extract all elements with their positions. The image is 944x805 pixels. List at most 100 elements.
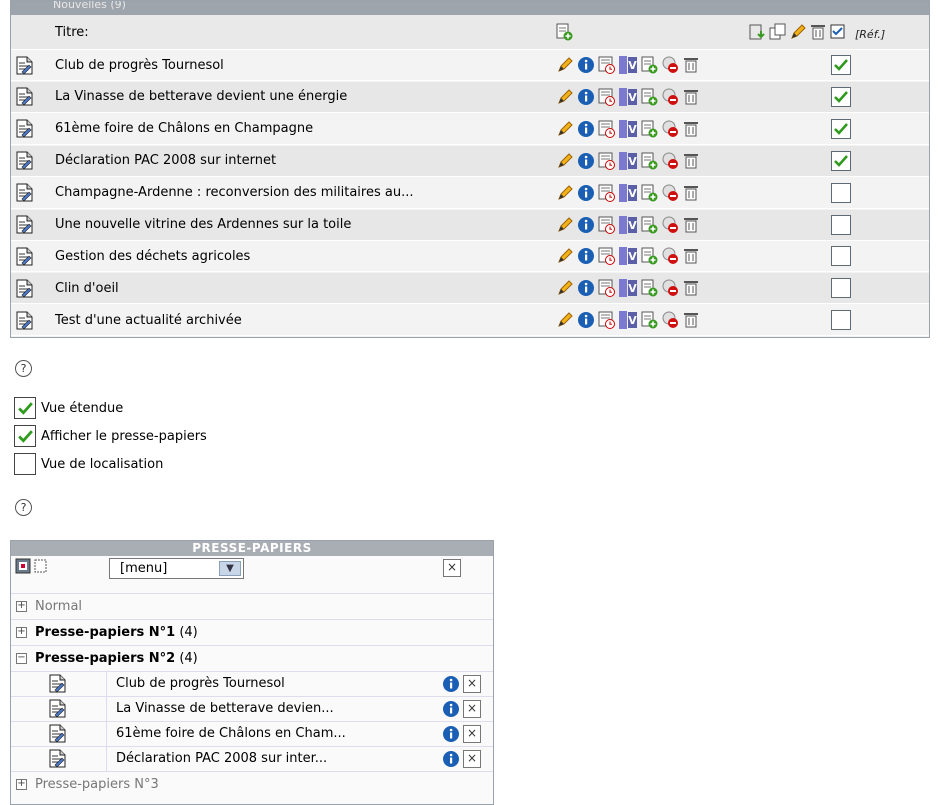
clipboard-group[interactable]: + Presse-papiers N°1 (4) [11, 619, 493, 644]
paste-icon[interactable] [749, 23, 767, 45]
document-icon[interactable] [16, 119, 33, 138]
version-icon[interactable]: V [619, 87, 637, 106]
record-title[interactable]: 61ème foire de Châlons en Champagne [55, 121, 313, 136]
select-checkbox[interactable] [831, 310, 851, 331]
pencil-icon[interactable] [556, 184, 574, 202]
info-icon[interactable] [442, 725, 460, 743]
select-all-icon[interactable] [829, 23, 847, 45]
version-icon[interactable]: V [619, 183, 637, 202]
version-icon[interactable]: V [619, 119, 637, 138]
record-title[interactable]: Test d'une actualité archivée [55, 313, 242, 328]
version-icon[interactable]: V [619, 279, 637, 298]
trash-icon[interactable] [682, 279, 700, 297]
option-label[interactable]: Afficher le presse-papiers [41, 429, 207, 444]
record-title[interactable]: Déclaration PAC 2008 sur internet [55, 153, 276, 168]
info-icon[interactable] [442, 700, 460, 718]
ref-link[interactable]: [Réf.] [855, 28, 885, 41]
document-icon[interactable] [16, 151, 33, 170]
help-icon-2[interactable]: ? [15, 499, 32, 516]
trash-icon[interactable] [682, 88, 700, 106]
select-checkbox[interactable] [831, 182, 851, 203]
new-after-icon[interactable] [640, 311, 658, 329]
copy-icon[interactable] [769, 23, 787, 45]
new-after-icon[interactable] [640, 216, 658, 234]
option-checkbox[interactable] [14, 397, 36, 419]
document-icon[interactable] [49, 674, 66, 693]
trash-icon[interactable] [682, 184, 700, 202]
unpublish-icon[interactable] [661, 247, 679, 265]
info-icon[interactable] [577, 56, 595, 74]
expand-icon[interactable]: + [16, 627, 27, 638]
pencil-icon[interactable] [556, 247, 574, 265]
select-checkbox[interactable] [831, 86, 851, 107]
schedule-icon[interactable] [598, 56, 616, 74]
help-icon[interactable]: ? [15, 360, 32, 377]
unpublish-icon[interactable] [661, 88, 679, 106]
new-after-icon[interactable] [640, 120, 658, 138]
info-icon[interactable] [577, 247, 595, 265]
remove-item-button[interactable]: × [463, 750, 481, 768]
select-checkbox[interactable] [831, 55, 851, 75]
info-icon[interactable] [577, 88, 595, 106]
new-after-icon[interactable] [640, 247, 658, 265]
new-after-icon[interactable] [640, 152, 658, 170]
schedule-icon[interactable] [598, 152, 616, 170]
pencil-icon[interactable] [556, 152, 574, 170]
pencil-icon[interactable] [556, 216, 574, 234]
new-after-icon[interactable] [640, 88, 658, 106]
remove-item-button[interactable]: × [463, 675, 481, 693]
option-label[interactable]: Vue étendue [41, 401, 123, 416]
unpublish-icon[interactable] [661, 311, 679, 329]
trash-icon[interactable] [682, 311, 700, 329]
document-icon[interactable] [49, 749, 66, 768]
new-after-icon[interactable] [640, 56, 658, 74]
remove-item-button[interactable]: × [463, 700, 481, 718]
unpublish-icon[interactable] [661, 152, 679, 170]
unpublish-icon[interactable] [661, 56, 679, 74]
clipboard-item-title[interactable]: Déclaration PAC 2008 sur inter... [116, 751, 327, 766]
info-icon[interactable] [577, 311, 595, 329]
document-icon[interactable] [16, 87, 33, 106]
trash-icon[interactable] [682, 120, 700, 138]
new-after-icon[interactable] [640, 184, 658, 202]
trash-icon[interactable] [682, 56, 700, 74]
unpublish-icon[interactable] [661, 120, 679, 138]
clipboard-item-title[interactable]: Club de progrès Tournesol [116, 676, 285, 691]
schedule-icon[interactable] [598, 247, 616, 266]
schedule-icon[interactable] [598, 279, 616, 298]
document-icon[interactable] [16, 56, 33, 75]
pencil-icon[interactable] [556, 279, 574, 297]
option-checkbox-row[interactable]: Afficher le presse-papiers [14, 425, 207, 447]
document-icon[interactable] [49, 699, 66, 718]
new-record-icon[interactable] [555, 23, 573, 45]
option-checkbox[interactable] [14, 425, 36, 447]
info-icon[interactable] [577, 120, 595, 138]
expand-icon[interactable]: + [16, 601, 27, 612]
option-label[interactable]: Vue de localisation [41, 457, 163, 472]
new-after-icon[interactable] [640, 279, 658, 297]
version-icon[interactable]: V [619, 215, 637, 234]
select-checkbox[interactable] [831, 246, 851, 267]
select-checkbox[interactable] [831, 214, 851, 235]
remove-item-button[interactable]: × [463, 725, 481, 743]
expand-icon[interactable]: + [16, 779, 27, 790]
document-icon[interactable] [16, 279, 33, 298]
edit-selection-icon[interactable] [789, 23, 807, 45]
document-icon[interactable] [16, 247, 33, 266]
clipboard-item-title[interactable]: 61ème foire de Châlons en Cham... [116, 726, 346, 741]
unpublish-icon[interactable] [661, 216, 679, 234]
document-icon[interactable] [49, 724, 66, 743]
option-checkbox-row[interactable]: Vue étendue [14, 397, 123, 419]
clipboard-item-title[interactable]: La Vinasse de betterave devien... [116, 701, 334, 716]
pencil-icon[interactable] [556, 120, 574, 138]
clipboard-group[interactable]: + Presse-papiers N°3 [11, 771, 493, 796]
info-icon[interactable] [442, 750, 460, 768]
trash-icon[interactable] [682, 247, 700, 265]
record-title[interactable]: Gestion des déchets agricoles [55, 249, 250, 264]
info-icon[interactable] [577, 184, 595, 202]
schedule-icon[interactable] [598, 311, 616, 330]
record-title[interactable]: Champagne-Ardenne : reconversion des mil… [55, 185, 413, 200]
schedule-icon[interactable] [598, 120, 616, 138]
clipboard-group[interactable]: + Normal [11, 593, 493, 618]
clipboard-group[interactable]: − Presse-papiers N°2 (4) [11, 645, 493, 670]
